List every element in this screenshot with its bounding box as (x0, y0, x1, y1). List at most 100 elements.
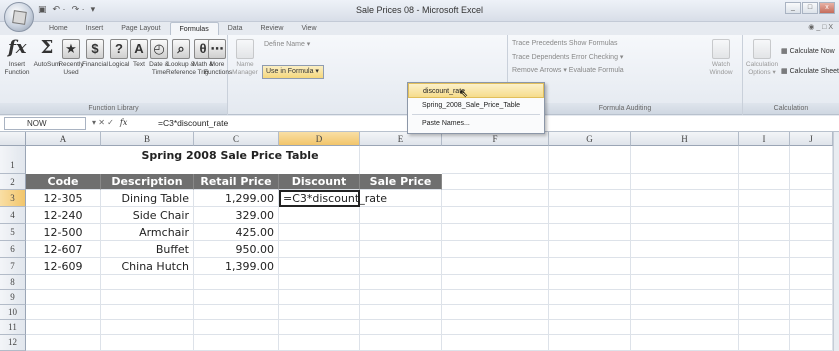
name-manager-button[interactable]: Name Manager (230, 39, 260, 77)
empty-cell[interactable] (790, 174, 833, 190)
cell-d6[interactable] (279, 241, 360, 258)
empty-cell[interactable] (442, 207, 549, 224)
empty-cell[interactable] (790, 305, 833, 320)
empty-cell[interactable] (739, 174, 790, 190)
empty-cell[interactable] (549, 305, 631, 320)
empty-cell[interactable] (101, 275, 194, 290)
row-header-11[interactable]: 11 (0, 320, 26, 335)
column-header-i[interactable]: I (739, 132, 790, 146)
empty-cell[interactable] (442, 320, 549, 335)
empty-cell[interactable] (549, 207, 631, 224)
header-code[interactable]: Code (26, 174, 101, 190)
empty-cell[interactable] (101, 290, 194, 305)
row-header-5[interactable]: 5 (0, 224, 26, 241)
row-header-2[interactable]: 2 (0, 174, 26, 190)
empty-cell[interactable] (442, 258, 549, 275)
empty-cell[interactable] (442, 241, 549, 258)
column-header-e[interactable]: E (360, 132, 442, 146)
empty-cell[interactable] (279, 335, 360, 351)
empty-cell[interactable] (739, 335, 790, 351)
empty-cell[interactable] (26, 305, 101, 320)
tab-review[interactable]: Review (252, 22, 293, 35)
empty-cell[interactable] (360, 320, 442, 335)
empty-cell[interactable] (194, 320, 279, 335)
empty-cell[interactable] (442, 335, 549, 351)
minimize-button[interactable]: _ (785, 2, 801, 14)
cell-c7[interactable]: 1,399.00 (194, 258, 279, 275)
column-header-g[interactable]: G (549, 132, 631, 146)
empty-cell[interactable] (26, 320, 101, 335)
cell-b7[interactable]: China Hutch (101, 258, 194, 275)
remove-arrows-row[interactable]: Remove Arrows ▾ Evaluate Formula (512, 66, 624, 74)
tab-page-layout[interactable]: Page Layout (112, 22, 169, 35)
empty-cell[interactable] (739, 224, 790, 241)
empty-cell[interactable] (631, 335, 739, 351)
empty-cell[interactable] (631, 190, 739, 207)
tab-view[interactable]: View (292, 22, 325, 35)
cell-a4[interactable]: 12-240 (26, 207, 101, 224)
empty-cell[interactable] (549, 174, 631, 190)
empty-cell[interactable] (631, 305, 739, 320)
more-functions-button[interactable]: ⋯ More Functions (204, 39, 232, 77)
empty-cell[interactable] (549, 335, 631, 351)
column-header-d[interactable]: D (279, 132, 360, 146)
column-header-h[interactable]: H (631, 132, 739, 146)
empty-cell[interactable] (739, 207, 790, 224)
cell-c6[interactable]: 950.00 (194, 241, 279, 258)
empty-cell[interactable] (790, 224, 833, 241)
empty-cell[interactable] (194, 290, 279, 305)
empty-cell[interactable] (790, 190, 833, 207)
define-name-button[interactable]: Define Name ▾ (264, 40, 310, 48)
cell-b5[interactable]: Armchair (101, 224, 194, 241)
empty-cell[interactable] (739, 146, 790, 174)
empty-cell[interactable] (739, 305, 790, 320)
formula-controls[interactable]: ▾ ✕ ✓ (92, 118, 114, 127)
cell-c5[interactable]: 425.00 (194, 224, 279, 241)
empty-cell[interactable] (739, 258, 790, 275)
empty-cell[interactable] (442, 146, 549, 174)
empty-cell[interactable] (631, 174, 739, 190)
empty-cell[interactable] (631, 224, 739, 241)
cell-a3[interactable]: 12-305 (26, 190, 101, 207)
cell-a7[interactable]: 12-609 (26, 258, 101, 275)
header-sale-price[interactable]: Sale Price (360, 174, 442, 190)
tab-data[interactable]: Data (219, 22, 252, 35)
tab-insert[interactable]: Insert (77, 22, 113, 35)
cell-c4[interactable]: 329.00 (194, 207, 279, 224)
cell-c3[interactable]: 1,299.00 (194, 190, 279, 207)
empty-cell[interactable] (790, 320, 833, 335)
tab-formulas[interactable]: Formulas (169, 22, 219, 35)
cell-e5[interactable] (360, 224, 442, 241)
row-header-6[interactable]: 6 (0, 241, 26, 258)
empty-cell[interactable] (739, 190, 790, 207)
empty-cell[interactable] (442, 305, 549, 320)
empty-cell[interactable] (549, 258, 631, 275)
row-header-12[interactable]: 12 (0, 335, 26, 351)
empty-cell[interactable] (279, 305, 360, 320)
row-header-3[interactable]: 3 (0, 190, 26, 207)
empty-cell[interactable] (549, 190, 631, 207)
empty-cell[interactable] (790, 258, 833, 275)
empty-cell[interactable] (360, 305, 442, 320)
empty-cell[interactable] (442, 190, 549, 207)
column-header-c[interactable]: C (194, 132, 279, 146)
empty-cell[interactable] (442, 224, 549, 241)
empty-cell[interactable] (26, 335, 101, 351)
empty-cell[interactable] (631, 241, 739, 258)
empty-cell[interactable] (442, 275, 549, 290)
row-header-4[interactable]: 4 (0, 207, 26, 224)
empty-cell[interactable] (549, 320, 631, 335)
column-header-a[interactable]: A (26, 132, 101, 146)
empty-cell[interactable] (279, 290, 360, 305)
empty-cell[interactable] (631, 275, 739, 290)
empty-cell[interactable] (101, 335, 194, 351)
office-button[interactable] (4, 2, 34, 32)
calculate-now-button[interactable]: ▦ Calculate Now (781, 47, 835, 55)
column-header-b[interactable]: B (101, 132, 194, 146)
empty-cell[interactable] (194, 305, 279, 320)
use-in-formula-button[interactable]: Use in Formula ▾ (262, 65, 324, 79)
empty-cell[interactable] (631, 290, 739, 305)
vertical-scrollbar[interactable] (833, 132, 839, 351)
cell-d4[interactable] (279, 207, 360, 224)
empty-cell[interactable] (194, 335, 279, 351)
